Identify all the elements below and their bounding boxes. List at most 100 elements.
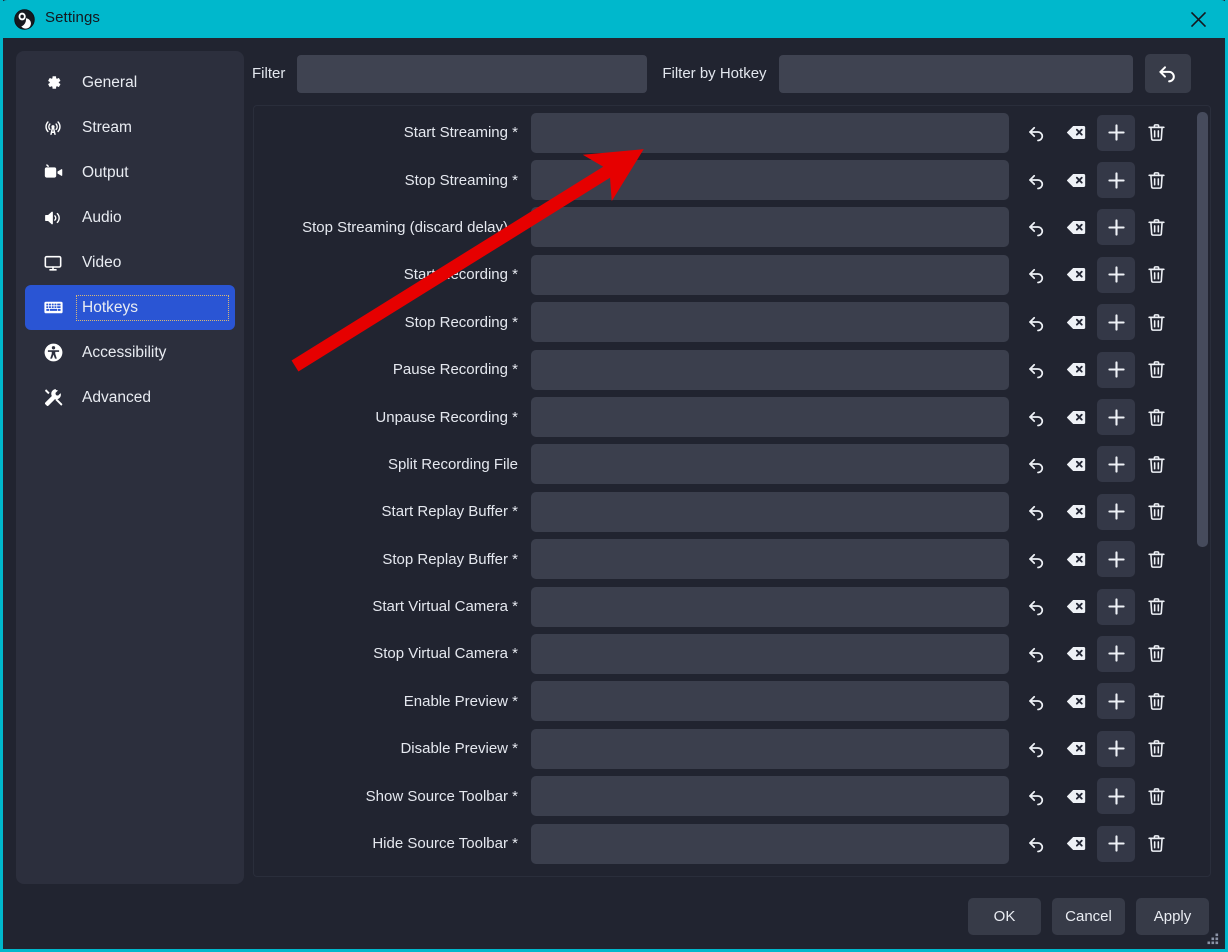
revert-button[interactable]: [1017, 494, 1055, 530]
hotkey-input[interactable]: [531, 160, 1009, 201]
clear-button[interactable]: [1057, 209, 1095, 245]
revert-button[interactable]: [1017, 589, 1055, 625]
filter-input[interactable]: [297, 54, 648, 93]
remove-button[interactable]: [1137, 778, 1175, 814]
add-button[interactable]: [1097, 114, 1135, 151]
add-button[interactable]: [1097, 683, 1135, 720]
sidebar-item-output[interactable]: Output: [25, 150, 235, 195]
clear-button[interactable]: [1057, 446, 1095, 482]
clear-button[interactable]: [1057, 683, 1095, 719]
revert-button[interactable]: [1017, 115, 1055, 151]
revert-button[interactable]: [1017, 209, 1055, 245]
remove-button[interactable]: [1137, 541, 1175, 577]
add-button[interactable]: [1097, 730, 1135, 767]
remove-button[interactable]: [1137, 683, 1175, 719]
clear-button[interactable]: [1057, 257, 1095, 293]
vertical-scrollbar[interactable]: [1196, 108, 1209, 874]
revert-button[interactable]: [1017, 731, 1055, 767]
revert-button[interactable]: [1017, 683, 1055, 719]
remove-button[interactable]: [1137, 826, 1175, 862]
apply-button[interactable]: Apply: [1136, 898, 1209, 935]
revert-button[interactable]: [1017, 826, 1055, 862]
hotkey-input[interactable]: [531, 823, 1009, 864]
trash-icon: [1146, 643, 1167, 664]
revert-button[interactable]: [1017, 541, 1055, 577]
remove-button[interactable]: [1137, 304, 1175, 340]
clear-button[interactable]: [1057, 541, 1095, 577]
sidebar-item-audio[interactable]: Audio: [25, 195, 235, 240]
add-button[interactable]: [1097, 493, 1135, 530]
clear-button[interactable]: [1057, 826, 1095, 862]
clear-button[interactable]: [1057, 731, 1095, 767]
revert-button[interactable]: [1017, 636, 1055, 672]
hotkey-input[interactable]: [531, 112, 1009, 153]
remove-button[interactable]: [1137, 731, 1175, 767]
add-button[interactable]: [1097, 351, 1135, 388]
clear-button[interactable]: [1057, 636, 1095, 672]
revert-button[interactable]: [1017, 257, 1055, 293]
clear-button[interactable]: [1057, 352, 1095, 388]
remove-button[interactable]: [1137, 399, 1175, 435]
clear-button[interactable]: [1057, 162, 1095, 198]
remove-button[interactable]: [1137, 115, 1175, 151]
clear-button[interactable]: [1057, 494, 1095, 530]
clear-button[interactable]: [1057, 399, 1095, 435]
sidebar-item-advanced[interactable]: Advanced: [25, 375, 235, 420]
add-button[interactable]: [1097, 588, 1135, 625]
remove-button[interactable]: [1137, 494, 1175, 530]
add-button[interactable]: [1097, 256, 1135, 293]
sidebar-item-video[interactable]: Video: [25, 240, 235, 285]
add-button[interactable]: [1097, 541, 1135, 578]
clear-button[interactable]: [1057, 304, 1095, 340]
hotkey-input[interactable]: [531, 349, 1009, 390]
remove-button[interactable]: [1137, 209, 1175, 245]
sidebar-item-stream[interactable]: Stream: [25, 105, 235, 150]
remove-button[interactable]: [1137, 636, 1175, 672]
hotkey-input[interactable]: [531, 681, 1009, 722]
revert-button[interactable]: [1017, 304, 1055, 340]
revert-button[interactable]: [1017, 778, 1055, 814]
ok-button[interactable]: OK: [968, 898, 1041, 935]
revert-all-button[interactable]: [1144, 54, 1191, 93]
hotkey-input[interactable]: [531, 491, 1009, 532]
add-button[interactable]: [1097, 778, 1135, 815]
hotkey-input[interactable]: [531, 444, 1009, 485]
revert-button[interactable]: [1017, 352, 1055, 388]
add-button[interactable]: [1097, 399, 1135, 436]
sidebar-item-accessibility[interactable]: Accessibility: [25, 330, 235, 375]
add-button[interactable]: [1097, 635, 1135, 672]
resize-grip[interactable]: [1206, 931, 1220, 945]
hotkey-input[interactable]: [531, 397, 1009, 438]
close-icon[interactable]: [1176, 0, 1220, 38]
sidebar-item-hotkeys[interactable]: Hotkeys: [25, 285, 235, 330]
scrollbar-thumb[interactable]: [1197, 112, 1208, 547]
clear-button[interactable]: [1057, 778, 1095, 814]
remove-button[interactable]: [1137, 257, 1175, 293]
cancel-button[interactable]: Cancel: [1052, 898, 1125, 935]
hotkey-input[interactable]: [531, 254, 1009, 295]
revert-button[interactable]: [1017, 446, 1055, 482]
add-button[interactable]: [1097, 304, 1135, 341]
hotkey-input[interactable]: [531, 776, 1009, 817]
add-button[interactable]: [1097, 446, 1135, 483]
add-button[interactable]: [1097, 162, 1135, 199]
revert-button[interactable]: [1017, 162, 1055, 198]
hotkey-input[interactable]: [531, 633, 1009, 674]
hotkey-input[interactable]: [531, 207, 1009, 248]
clear-button[interactable]: [1057, 115, 1095, 151]
revert-arrow-icon: [1026, 643, 1047, 664]
hotkey-input[interactable]: [531, 539, 1009, 580]
remove-button[interactable]: [1137, 589, 1175, 625]
remove-button[interactable]: [1137, 162, 1175, 198]
hotkey-input[interactable]: [531, 302, 1009, 343]
sidebar-item-general[interactable]: General: [25, 60, 235, 105]
remove-button[interactable]: [1137, 352, 1175, 388]
hotkey-input[interactable]: [531, 586, 1009, 627]
clear-button[interactable]: [1057, 589, 1095, 625]
revert-button[interactable]: [1017, 399, 1055, 435]
hotkey-input[interactable]: [531, 728, 1009, 769]
filter-by-hotkey-input[interactable]: [778, 54, 1133, 93]
remove-button[interactable]: [1137, 446, 1175, 482]
add-button[interactable]: [1097, 209, 1135, 246]
add-button[interactable]: [1097, 825, 1135, 862]
